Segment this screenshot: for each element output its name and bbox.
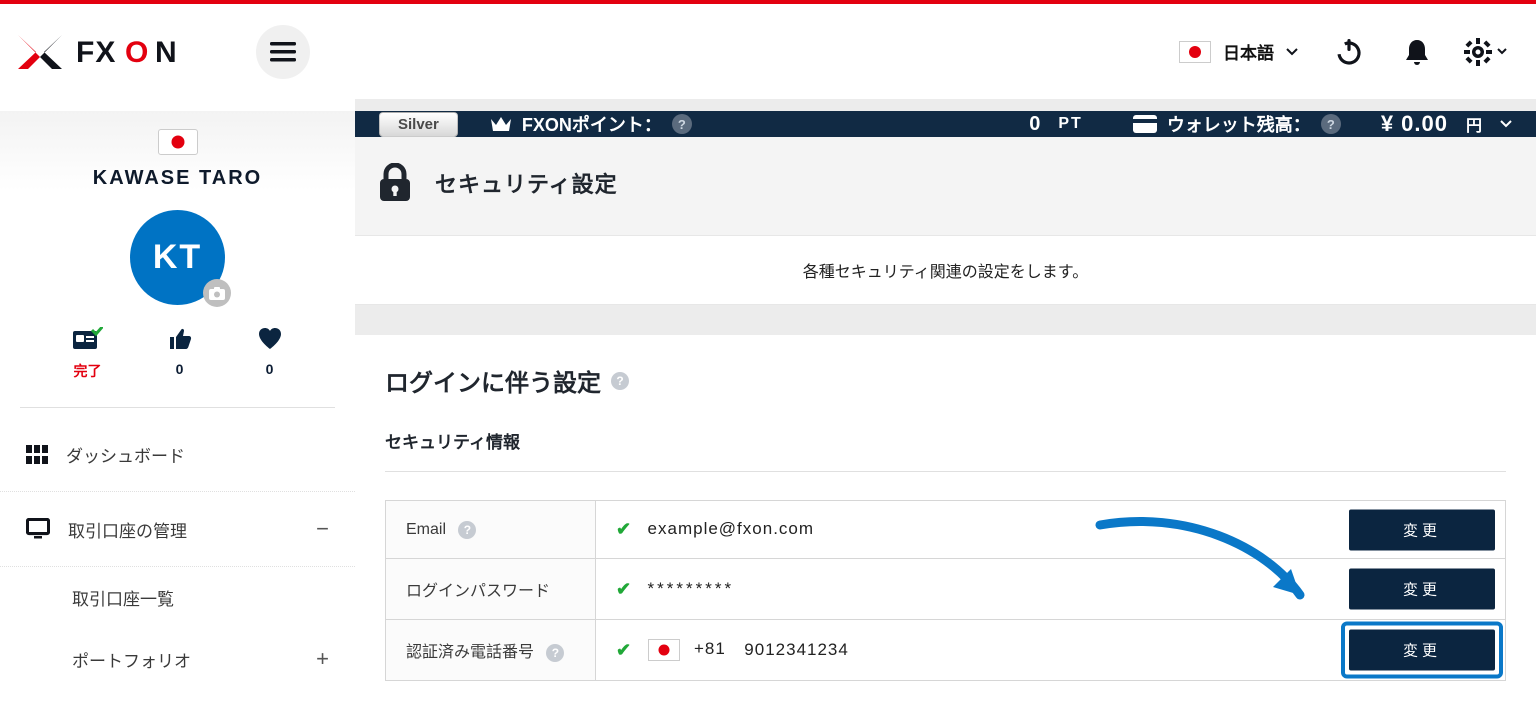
row-phone: 認証済み電話番号 ? ✔ +81 9012341234 変更 <box>386 620 1506 681</box>
change-email-button[interactable]: 変更 <box>1349 509 1495 550</box>
password-label: ログインパスワード <box>406 583 550 600</box>
nav-sub-account-list[interactable]: 取引口座一覧 <box>0 567 355 628</box>
chevron-down-icon <box>1500 120 1512 128</box>
wallet-amount-selector[interactable]: ¥ 0.00 円 <box>1381 111 1512 137</box>
points-value: 0 <box>1029 113 1042 136</box>
highlighted-action: 変更 <box>1341 622 1503 679</box>
status-label: 完了 <box>74 361 102 381</box>
heart-count: 0 <box>266 361 274 377</box>
login-settings-card: ログインに伴う設定 ? セキュリティ情報 Email ? ✔ example@f… <box>355 335 1536 724</box>
bell-icon <box>1403 37 1431 67</box>
collapse-icon: − <box>316 516 329 542</box>
notifications-button[interactable] <box>1400 35 1434 69</box>
hamburger-icon <box>270 42 296 62</box>
language-label: 日本語 <box>1223 39 1274 64</box>
security-table: Email ? ✔ example@fxon.com 変更 ログインパスワード <box>385 500 1506 681</box>
phone-value: 9012341234 <box>744 640 849 659</box>
section-header: セキュリティ設定 <box>355 137 1536 235</box>
nav-accounts[interactable]: 取引口座の管理 − <box>0 492 355 567</box>
expand-icon: + <box>316 646 329 672</box>
svg-text:N: N <box>155 36 178 69</box>
points-bar: Silver FXONポイント： ? 0 PT ウォレット残高： ? ¥ 0.0… <box>355 111 1536 137</box>
thumb-up-icon <box>168 327 192 351</box>
wallet-amount: ¥ 0.00 <box>1381 111 1448 137</box>
card-title: ログインに伴う設定 <box>385 363 601 398</box>
nav-sub-portfolio[interactable]: ポートフォリオ + <box>0 628 355 690</box>
help-icon[interactable]: ? <box>672 114 692 134</box>
crown-icon <box>490 115 512 133</box>
user-name: KAWASE TARO <box>0 167 355 190</box>
row-email: Email ? ✔ example@fxon.com 変更 <box>386 501 1506 559</box>
avatar-camera-button[interactable] <box>203 279 231 307</box>
sidebar: KAWASE TARO KT <box>0 99 355 724</box>
heart-icon <box>257 327 283 351</box>
menu-toggle-button[interactable] <box>256 25 310 79</box>
check-icon: ✔ <box>616 579 631 600</box>
status-stat[interactable]: 完了 <box>73 327 103 381</box>
gear-icon <box>1463 37 1493 67</box>
tier-badge: Silver <box>379 112 458 137</box>
avatar[interactable]: KT <box>130 210 225 305</box>
help-icon[interactable]: ? <box>1321 114 1341 134</box>
nav-label: ダッシュボード <box>66 442 185 467</box>
svg-text:O: O <box>125 36 149 69</box>
grid-icon <box>26 445 48 465</box>
help-icon[interactable]: ? <box>611 372 629 390</box>
heart-stat[interactable]: 0 <box>257 327 283 381</box>
card-subheading: セキュリティ情報 <box>385 428 1506 472</box>
logo-mark-icon <box>18 35 62 69</box>
nav-label: 取引口座の管理 <box>68 517 187 542</box>
monitor-icon <box>26 518 50 540</box>
id-card-check-icon <box>73 327 103 351</box>
check-icon: ✔ <box>616 640 631 661</box>
flag-jp-icon <box>648 639 680 661</box>
chevron-down-icon <box>1286 48 1298 56</box>
language-selector[interactable]: 日本語 <box>1179 39 1298 64</box>
svg-text:FX: FX <box>76 36 116 69</box>
row-password: ログインパスワード ✔ ********* 変更 <box>386 559 1506 620</box>
page-title: セキュリティ設定 <box>435 167 618 199</box>
phone-label: 認証済み電話番号 <box>406 644 534 661</box>
check-icon: ✔ <box>616 519 631 540</box>
password-value: ********* <box>648 579 735 598</box>
wallet-icon <box>1133 115 1157 133</box>
change-phone-button[interactable]: 変更 <box>1349 630 1495 671</box>
wallet-label: ウォレット残高： <box>1167 111 1311 137</box>
nav-label: 取引口座一覧 <box>72 585 174 610</box>
thumb-stat[interactable]: 0 <box>168 327 192 381</box>
nav-dashboard[interactable]: ダッシュボード <box>0 418 355 492</box>
lock-icon <box>373 161 417 205</box>
change-password-button[interactable]: 変更 <box>1349 569 1495 610</box>
chevron-down-icon <box>1497 48 1507 55</box>
help-icon[interactable]: ? <box>546 644 564 662</box>
help-icon[interactable]: ? <box>458 521 476 539</box>
brand-logo[interactable]: FX O N <box>18 35 226 69</box>
nav-label: ポートフォリオ <box>72 647 191 672</box>
app-header: FX O N 日本語 <box>0 4 1536 99</box>
wallet-unit: 円 <box>1466 112 1482 136</box>
power-icon <box>1334 37 1364 67</box>
thumb-count: 0 <box>176 361 184 377</box>
points-label: FXONポイント： <box>522 111 662 137</box>
power-button[interactable] <box>1332 35 1366 69</box>
settings-button[interactable] <box>1468 35 1502 69</box>
flag-jp-icon <box>1179 41 1211 63</box>
email-value: example@fxon.com <box>648 519 815 538</box>
logo-text-icon: FX O N <box>76 35 226 69</box>
page-description: 各種セキュリティ関連の設定をします。 <box>355 235 1536 305</box>
email-label: Email <box>406 521 446 538</box>
main-content: Silver FXONポイント： ? 0 PT ウォレット残高： ? ¥ 0.0… <box>355 99 1536 724</box>
user-flag-icon <box>158 129 198 155</box>
camera-icon <box>209 287 225 300</box>
points-unit: PT <box>1058 115 1082 133</box>
phone-prefix: +81 <box>694 640 726 659</box>
